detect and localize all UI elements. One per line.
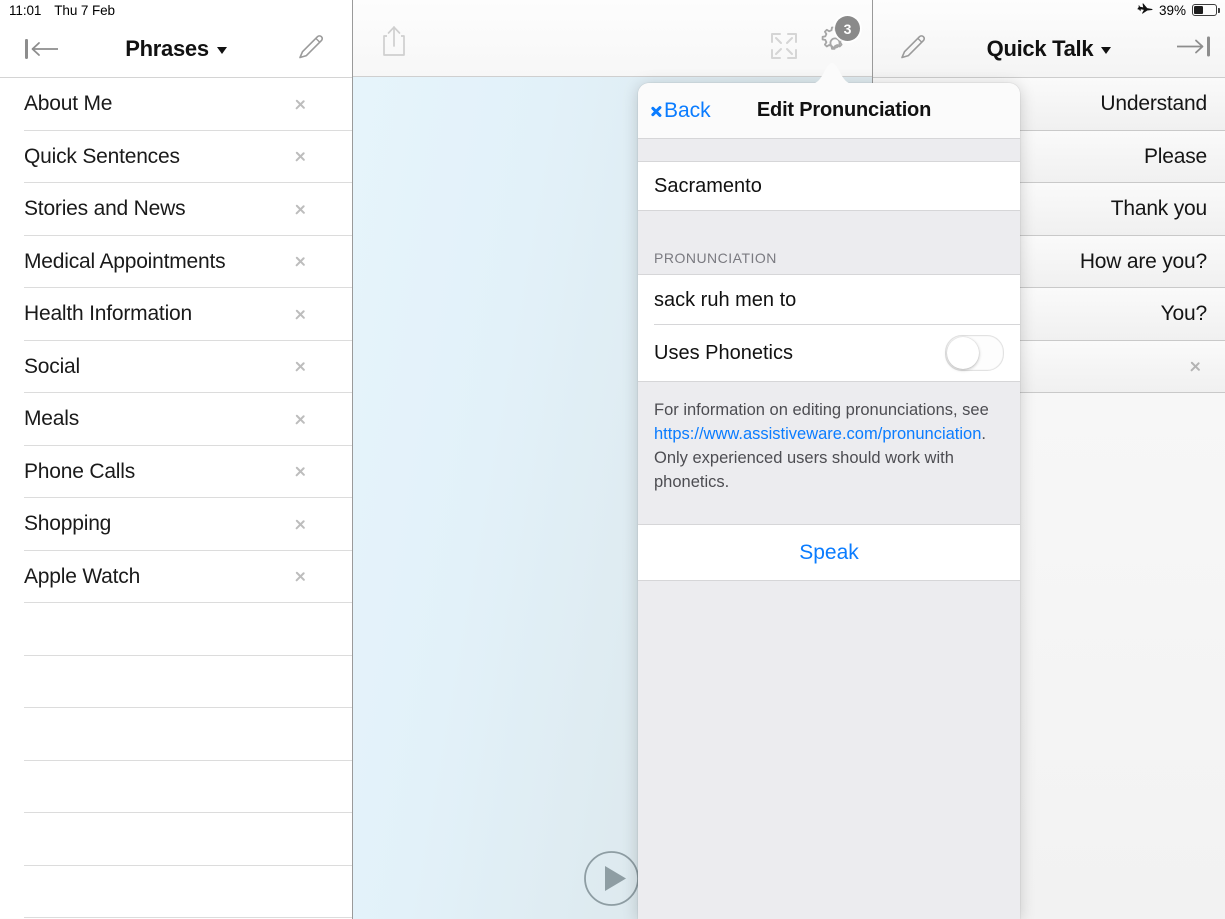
pronunciation-field-value: sack ruh men to [654, 288, 797, 311]
back-to-start-arrow-icon[interactable] [24, 36, 62, 62]
sidebar-item-label: Health Information [24, 302, 192, 326]
forward-to-end-arrow-icon[interactable] [1173, 33, 1211, 64]
word-field-value: Sacramento [654, 174, 762, 197]
pronunciation-group: sack ruh men to Uses Phonetics [638, 274, 1020, 382]
sidebar-item-label: Apple Watch [24, 564, 141, 588]
sidebar-item-health-information[interactable]: Health Information [0, 288, 352, 341]
pencil-edit-icon[interactable] [295, 30, 327, 67]
popover-bottom-filler [638, 581, 1020, 831]
sidebar-item-label: Meals [24, 407, 80, 431]
sidebar-title-label: Phrases [125, 35, 209, 61]
pronunciation-help-link[interactable]: https://www.assistiveware.com/pronunciat… [654, 425, 981, 443]
sidebar-item-shopping[interactable]: Shopping [0, 498, 352, 551]
battery-icon [1192, 4, 1220, 16]
pencil-edit-icon[interactable] [897, 30, 929, 67]
chevron-down-icon [1101, 46, 1112, 54]
sidebar-item-label: Quick Sentences [24, 144, 180, 168]
sidebar-item-label: Shopping [24, 512, 112, 536]
quick-talk-item-label: You? [1160, 302, 1208, 326]
status-bar: 11:01 Thu 7 Feb 39% [0, 0, 1225, 20]
fullscreen-expand-icon[interactable] [770, 32, 798, 65]
status-date: Thu 7 Feb [54, 2, 115, 18]
popover-footer-help-text: For information on editing pronunciation… [638, 382, 1020, 524]
status-bar-right: 39% [1137, 0, 1220, 20]
phrases-list: About Me Quick Sentences Stories and News M… [0, 78, 352, 918]
chevron-right-icon [295, 200, 306, 219]
sidebar-item-label: Medical Appointments [24, 249, 226, 273]
sidebar-item-label: Phone Calls [24, 459, 136, 483]
sidebar-item-phone-calls[interactable]: Phone Calls [0, 445, 352, 498]
speak-button-label: Speak [799, 540, 859, 564]
edit-pronunciation-popover: Back Edit Pronunciation Sacramento PRONU… [638, 83, 1020, 919]
chevron-right-icon [295, 252, 306, 271]
chevron-right-icon [295, 410, 306, 429]
play-button-icon[interactable] [583, 850, 640, 907]
sidebar-item-medical-appointments[interactable]: Medical Appointments [0, 235, 352, 288]
chevron-left-icon [650, 101, 661, 121]
quick-talk-title-label: Quick Talk [986, 35, 1094, 61]
sidebar-empty-row[interactable] [0, 708, 352, 761]
word-field[interactable]: Sacramento [638, 161, 1020, 211]
share-export-icon[interactable] [379, 24, 409, 63]
chevron-right-icon [295, 515, 306, 534]
sidebar-empty-row[interactable] [0, 655, 352, 708]
quick-talk-item-label: Thank you [1110, 197, 1207, 221]
app-root: 11:01 Thu 7 Feb 39% Phrases About Me Qui… [0, 0, 1225, 919]
popover-header: Back Edit Pronunciation [638, 83, 1020, 139]
uses-phonetics-row[interactable]: Uses Phonetics [638, 325, 1020, 381]
uses-phonetics-label: Uses Phonetics [654, 341, 793, 364]
sidebar-empty-row[interactable] [0, 865, 352, 918]
sidebar-item-label: About Me [24, 92, 113, 116]
quick-talk-item-label: Understand [1100, 92, 1207, 116]
chevron-right-icon [295, 567, 306, 586]
sidebar-empty-row[interactable] [0, 813, 352, 866]
battery-percentage: 39% [1158, 2, 1186, 18]
status-time: 11:01 [9, 2, 42, 18]
pronunciation-field[interactable]: sack ruh men to [638, 275, 1020, 325]
uses-phonetics-toggle[interactable] [945, 335, 1004, 371]
chevron-right-icon [295, 462, 306, 481]
sidebar-empty-row[interactable] [0, 760, 352, 813]
chevron-right-icon [1190, 357, 1201, 376]
sidebar-item-about-me[interactable]: About Me [0, 78, 352, 131]
back-button[interactable]: Back [650, 99, 711, 123]
toggle-knob [947, 337, 979, 369]
pronunciation-section-header: PRONUNCIATION [638, 211, 1020, 274]
chevron-down-icon [216, 46, 227, 54]
footer-text-part1: For information on editing pronunciation… [654, 401, 989, 419]
sidebar-item-social[interactable]: Social [0, 340, 352, 393]
chevron-right-icon [295, 305, 306, 324]
quick-talk-item-label: How are you? [1079, 249, 1207, 273]
popover-arrow [811, 62, 853, 84]
quick-talk-item-label: Please [1143, 144, 1207, 168]
back-button-label: Back [664, 98, 711, 122]
sidebar-empty-row[interactable] [0, 603, 352, 656]
chevron-right-icon [295, 147, 306, 166]
sidebar-item-meals[interactable]: Meals [0, 393, 352, 446]
gear-settings-icon[interactable]: 3 [818, 16, 860, 65]
sidebar-item-apple-watch[interactable]: Apple Watch [0, 550, 352, 603]
sidebar-item-quick-sentences[interactable]: Quick Sentences [0, 130, 352, 183]
sidebar-item-label: Stories and News [24, 197, 186, 221]
airplane-mode-icon [1137, 3, 1153, 17]
speak-button[interactable]: Speak [638, 524, 1020, 581]
status-bar-left: 11:01 Thu 7 Feb [0, 3, 115, 18]
popover-top-gap [638, 139, 1020, 161]
sidebar-item-stories-and-news[interactable]: Stories and News [0, 183, 352, 236]
chevron-right-icon [295, 95, 306, 114]
chevron-right-icon [295, 357, 306, 376]
phrases-sidebar: Phrases About Me Quick Sentences Stories a… [0, 0, 353, 919]
sidebar-item-label: Social [24, 354, 80, 378]
